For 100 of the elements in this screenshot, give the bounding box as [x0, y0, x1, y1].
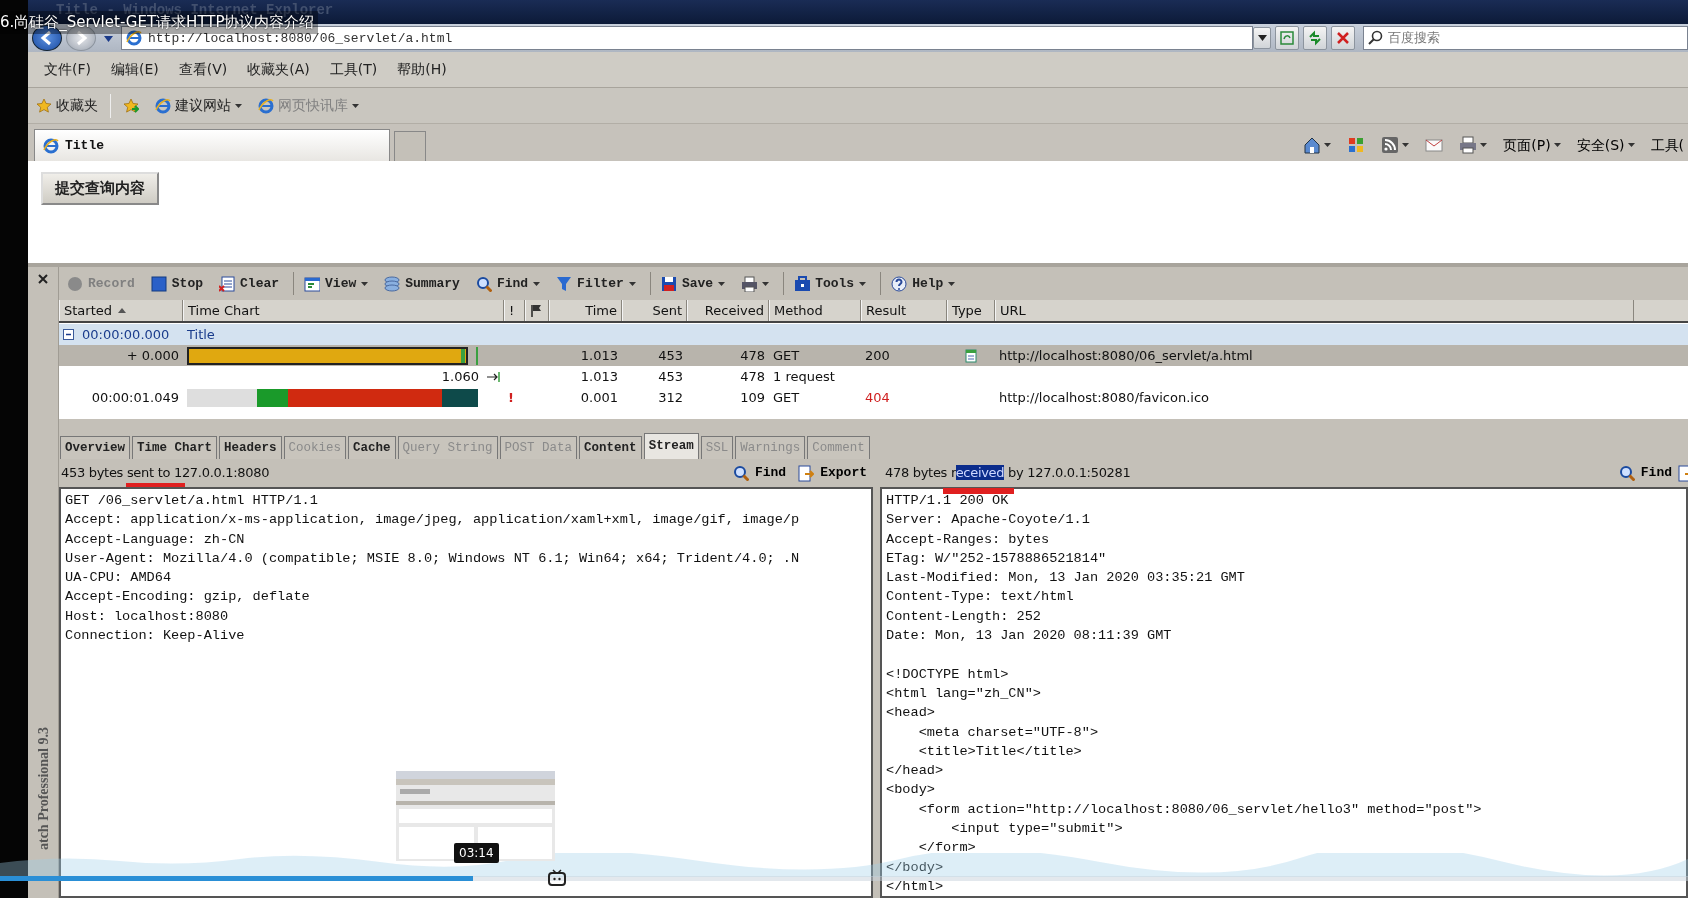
code-line: </html> [886, 877, 945, 896]
caret-icon [352, 103, 359, 108]
menu-item[interactable]: 编辑(E) [101, 57, 169, 82]
collapse-toggle-icon[interactable] [63, 329, 74, 340]
tv-icon[interactable] [548, 869, 566, 887]
menu-item[interactable]: 帮助(H) [387, 57, 457, 82]
toolbar-button[interactable]: Find [469, 271, 547, 296]
command-menu[interactable]: 工具( [1646, 134, 1688, 156]
detail-tab[interactable]: Content [579, 436, 642, 459]
column-header[interactable]: Time [549, 300, 622, 321]
end-marker-icon [487, 371, 500, 382]
html-file-icon [965, 349, 977, 364]
menu-item[interactable]: 查看(V) [168, 57, 238, 82]
close-button[interactable] [37, 271, 49, 286]
column-header[interactable]: URL [995, 300, 1634, 321]
video-time: 03:14 [454, 843, 499, 863]
find-button[interactable]: Find [726, 463, 793, 483]
column-header[interactable]: Result [861, 300, 947, 321]
toolbar-button[interactable]: Tools [783, 271, 873, 296]
stop-icon [150, 275, 167, 292]
save-icon [660, 275, 677, 292]
command-menu[interactable]: 页面(P) [1499, 134, 1565, 156]
request-row[interactable]: 00:00:01.049 ! 0.001 312 109 GET 404 http://localhost:8080/favicon.ico [59, 387, 1688, 408]
favorites-button[interactable]: 收藏夹 [32, 93, 102, 118]
table-cell-text: 453 [657, 346, 684, 365]
code-line: Server: Apache-Coyote/1.1 [886, 511, 1091, 530]
submit-button[interactable]: 提交查询内容 [41, 172, 159, 205]
table-cell-text: 478 [739, 367, 766, 386]
code-line: Date: Mon, 13 Jan 2020 08:11:39 GMT [886, 627, 1173, 646]
panel-label: atch Professional 9.3 [34, 727, 52, 850]
column-header[interactable]: Sent [622, 300, 687, 321]
sort-icon [118, 308, 126, 313]
column-header[interactable]: Received [687, 300, 769, 321]
refresh-button[interactable] [1303, 26, 1327, 50]
detail-tab[interactable]: Time Chart [132, 436, 218, 459]
code-line: Accept-Language: zh-CN [65, 530, 246, 549]
find-button[interactable]: Find [1612, 463, 1678, 483]
code-line: <!DOCTYPE html> [886, 665, 1010, 684]
menu-item[interactable]: 收藏夹(A) [237, 57, 320, 82]
detail-tab[interactable]: Headers [219, 436, 282, 459]
toolbar-button[interactable]: Filter [550, 271, 642, 296]
code-line: Content-Length: 252 [886, 607, 1042, 626]
print-icon [1459, 136, 1478, 154]
toolbar-button[interactable]: Clear [213, 271, 286, 296]
favorites-button[interactable]: 建议网站 [151, 93, 246, 118]
browser-tab[interactable]: Title [34, 129, 390, 161]
search-icon [1618, 465, 1635, 481]
code-line: Accept-Encoding: gzip, deflate [65, 588, 311, 607]
toolbar-button[interactable]: Help [880, 271, 962, 296]
table-cell-text: GET [772, 346, 801, 365]
code-line: Accept: application/x-ms-application, image/jpeg, application/xaml+xml, image/gif, image/p [65, 511, 801, 530]
record-icon [67, 275, 83, 292]
toolbar-button[interactable]: Stop [144, 271, 210, 296]
table-cell-text: 312 [657, 388, 684, 407]
caret-icon [1553, 143, 1561, 147]
menu-item[interactable]: 文件(F) [34, 57, 101, 82]
caret-icon [762, 281, 770, 286]
star-arrow-icon [123, 97, 139, 114]
home-icon [1303, 136, 1322, 154]
group-row[interactable]: 00:00:00.000 Title [59, 324, 1688, 345]
caret-icon [1324, 143, 1332, 147]
caret-icon [1627, 143, 1635, 147]
caret-icon [628, 281, 636, 286]
column-header[interactable]: Started [59, 300, 183, 321]
close-icon [1335, 30, 1351, 46]
export-button[interactable]: Export [792, 463, 873, 483]
request-row[interactable]: + 0.000 1.013 453 478 GET 200 http://localhost:8080/06_servlet/a.html [59, 345, 1688, 366]
toolbar-button[interactable]: Summary [378, 271, 466, 296]
code-line: <head> [886, 704, 936, 723]
address-dropdown[interactable] [1253, 27, 1271, 49]
search-field[interactable]: 百度搜索 [1363, 26, 1688, 50]
detail-tab[interactable]: Overview [60, 436, 130, 459]
toolbar-button[interactable]: Save [649, 271, 732, 296]
star-icon [36, 97, 52, 114]
code-line: <html lang="zh_CN"> [886, 684, 1042, 703]
table-cell-text: 1.013 [579, 367, 619, 386]
stop-button[interactable] [1331, 26, 1355, 50]
request-row[interactable]: 1.060 1.013 453 478 1 request [59, 366, 1688, 387]
detail-tab[interactable]: Stream [643, 433, 699, 459]
table-cell-text: 00:00:00.000 [82, 325, 170, 344]
code-line: Host: localhost:8080 [65, 607, 230, 626]
code-line: Content-Type: text/html [886, 588, 1075, 607]
command-menu[interactable]: 安全(S) [1572, 134, 1639, 156]
search-icon [732, 465, 749, 481]
code-line: HTTP/1.1 200 OK [886, 492, 1010, 510]
annotation-underline [943, 488, 1014, 494]
help-icon [891, 275, 908, 292]
menu-item[interactable]: 工具(T) [319, 57, 388, 82]
column-header[interactable]: Type [947, 300, 995, 321]
flag-column-header[interactable] [525, 300, 549, 321]
table-cell-text: 404 [864, 388, 891, 407]
column-header[interactable]: Time Chart [183, 300, 504, 321]
detail-tab[interactable]: Cache [348, 436, 396, 459]
table-cell-text: 1 request [772, 367, 836, 386]
column-header[interactable]: ! [504, 300, 525, 321]
caret-icon [1257, 35, 1267, 41]
caret-icon [718, 281, 726, 286]
column-header[interactable]: Method [769, 300, 861, 321]
toolbar-button[interactable]: View [293, 271, 375, 296]
caret-icon [1402, 143, 1410, 147]
